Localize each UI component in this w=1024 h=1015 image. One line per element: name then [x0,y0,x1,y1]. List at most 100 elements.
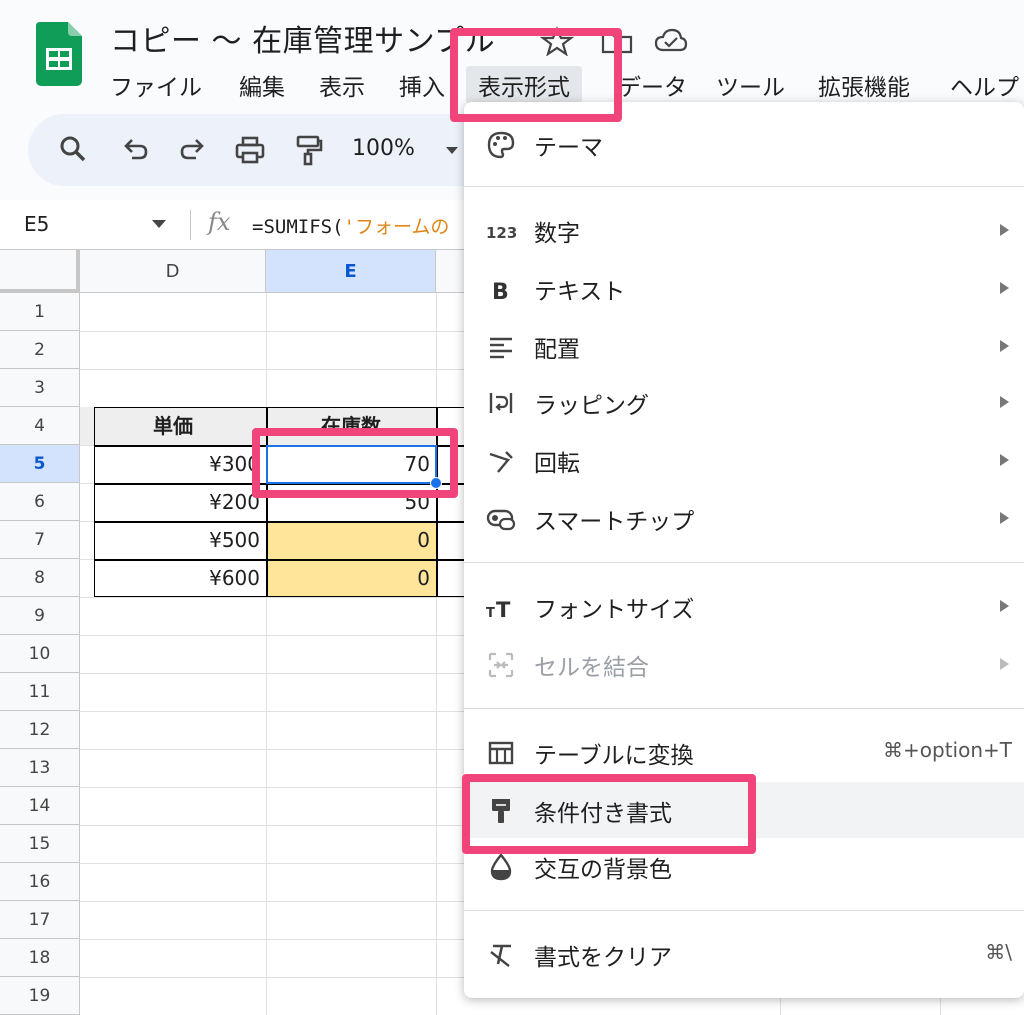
menu-item-text[interactable]: B テキスト [464,260,1024,316]
row-header[interactable]: 3 [0,369,80,407]
formula-string-arg: 'フォームの [343,216,450,238]
row-header[interactable]: 10 [0,635,80,673]
menu-item-smart-chips[interactable]: スマートチップ [464,490,1024,546]
menu-item-conditional-formatting[interactable]: 条件付き書式 [464,782,1024,838]
menu-data[interactable]: データ [618,66,687,104]
menu-item-alternating-colors[interactable]: 交互の背景色 [464,838,1024,894]
menu-divider [464,562,1024,563]
menu-file[interactable]: ファイル [110,66,202,104]
svg-text:123: 123 [486,224,516,242]
table-rule [94,521,466,523]
conditional-format-roller-icon [486,796,516,826]
menu-item-font-size[interactable]: TT フォントサイズ [464,578,1024,634]
print-icon[interactable] [232,132,268,168]
row-header[interactable]: 8 [0,559,80,597]
menu-format[interactable]: 表示形式 [466,66,582,104]
gridline [266,293,267,1015]
column-header-d[interactable]: D [80,250,266,293]
menu-item-label: テキスト [534,279,626,305]
text-wrap-icon [486,388,516,418]
menu-item-number[interactable]: 123 数字 [464,202,1024,258]
menu-item-clear-formatting[interactable]: 書式をクリア ⌘\ [464,926,1024,982]
row-header[interactable]: 16 [0,863,80,901]
menu-divider [464,708,1024,709]
svg-text:B: B [492,280,509,304]
row-header[interactable]: 4 [0,407,80,445]
menu-divider [464,910,1024,911]
row-header[interactable]: 19 [0,977,80,1015]
menu-item-convert-to-table[interactable]: テーブルに変換 ⌘+option+T [464,724,1024,780]
menu-item-wrapping[interactable]: ラッピング [464,374,1024,430]
menu-item-shortcut: ⌘\ [985,940,1012,964]
submenu-arrow-icon [1000,512,1009,524]
row-header[interactable]: 18 [0,939,80,977]
menu-extensions[interactable]: 拡張機能 [818,66,910,104]
submenu-arrow-icon [1000,600,1009,612]
menu-item-label: 配置 [534,337,580,363]
fill-handle[interactable] [430,477,442,489]
menu-bar: ファイル 編集 表示 挿入 表示形式 データ ツール 拡張機能 ヘルプ [110,60,1024,106]
move-folder-icon[interactable] [600,26,634,56]
menu-item-label: スマートチップ [534,509,695,535]
submenu-arrow-icon [1000,454,1009,466]
smart-chip-icon [486,504,516,534]
document-title[interactable]: コピー 〜 在庫管理サンプル [110,16,495,60]
row-header[interactable]: 1 [0,293,80,331]
menu-item-theme[interactable]: テーマ [464,116,1024,172]
name-box[interactable]: E5 [24,212,49,236]
menu-item-rotation[interactable]: 回転 [464,432,1024,488]
row-header[interactable]: 11 [0,673,80,711]
menu-insert[interactable]: 挿入 [399,66,445,104]
text-rotation-icon [486,446,516,476]
row-header[interactable]: 17 [0,901,80,939]
row-header[interactable]: 2 [0,331,80,369]
row-header[interactable]: 15 [0,825,80,863]
bold-b-icon: B [486,274,516,305]
menu-divider [464,186,1024,187]
cloud-saved-icon[interactable] [654,26,688,56]
menu-item-merge-cells[interactable]: セルを結合 [464,636,1024,692]
menu-help[interactable]: ヘルプ [950,66,1019,104]
menu-item-label: テーブルに変換 [534,743,694,769]
zoom-select[interactable]: 100% [352,136,415,161]
svg-text:T: T [496,598,511,622]
menu-tools[interactable]: ツール [716,66,785,104]
formula-prefix: =SUMIFS( [252,216,344,238]
column-header-e[interactable]: E [266,250,436,293]
menu-item-label: 条件付き書式 [534,801,672,827]
menu-item-label: 交互の背景色 [534,857,672,883]
search-menus-icon[interactable] [56,132,92,168]
menu-view[interactable]: 表示 [319,66,365,104]
name-box-dropdown-icon[interactable] [152,220,166,228]
undo-icon[interactable] [118,132,154,168]
star-icon[interactable] [539,26,575,57]
menu-item-label: 回転 [534,451,580,477]
row-header[interactable]: 13 [0,749,80,787]
menu-item-shortcut: ⌘+option+T [883,738,1012,762]
zoom-dropdown-icon[interactable] [446,147,458,154]
menu-item-alignment[interactable]: 配置 [464,318,1024,374]
row-header[interactable]: 7 [0,521,80,559]
table-icon [486,738,516,768]
format-menu-dropdown: テーマ 123 数字 B テキスト 配置 ラッピング 回転 スマートチップ TT… [464,102,1024,998]
submenu-arrow-icon [1000,396,1009,408]
submenu-arrow-icon [1000,224,1009,236]
sheets-logo-icon[interactable] [36,22,82,86]
formula-input[interactable]: =SUMIFS('フォームの [252,212,449,239]
menu-item-label: テーマ [534,135,603,161]
submenu-arrow-icon [1000,340,1009,352]
menu-item-label: フォントサイズ [534,597,695,623]
table-outline [94,407,466,597]
row-header[interactable]: 14 [0,787,80,825]
menu-item-label: セルを結合 [534,655,649,681]
row-header-active[interactable]: 5 [0,445,80,483]
select-all-corner[interactable] [0,250,80,293]
paint-format-icon[interactable] [290,132,326,168]
row-header[interactable]: 12 [0,711,80,749]
table-rule [94,559,466,561]
row-header[interactable]: 9 [0,597,80,635]
redo-icon[interactable] [174,132,210,168]
submenu-arrow-icon [1000,658,1009,670]
menu-edit[interactable]: 編集 [239,66,285,104]
row-header[interactable]: 6 [0,483,80,521]
